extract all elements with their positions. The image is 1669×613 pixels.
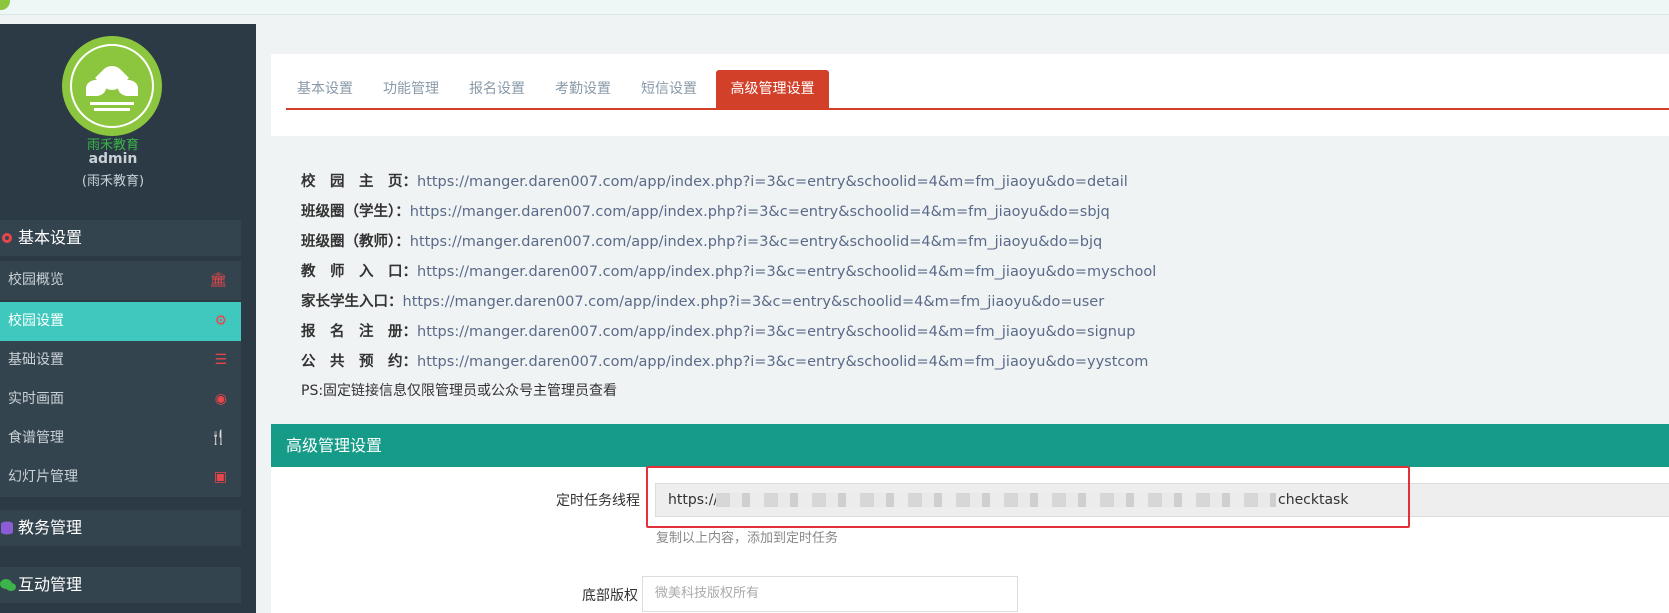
sidebar: 雨禾教育 admin (雨禾教育) 基本设置 校园概览 🏛 校园设置 ⚙ 基础设置 ☰… bbox=[0, 24, 256, 613]
tab-registration-settings[interactable]: 报名设置 bbox=[458, 70, 536, 108]
tab-underline bbox=[286, 108, 1669, 110]
panel-title-text: 高级管理设置 bbox=[286, 436, 383, 455]
top-bar bbox=[0, 0, 1669, 15]
link-url[interactable]: https://manger.daren007.com/app/index.ph… bbox=[410, 204, 1110, 220]
sidebar-item-campus-settings[interactable]: 校园设置 ⚙ bbox=[0, 302, 241, 341]
tab-advanced-settings[interactable]: 高级管理设置 bbox=[716, 70, 829, 108]
link-url[interactable]: https://manger.daren007.com/app/index.ph… bbox=[403, 294, 1105, 310]
tab-function-management[interactable]: 功能管理 bbox=[372, 70, 450, 108]
cron-label: 定时任务线程 bbox=[556, 493, 640, 509]
tab-basic-settings[interactable]: 基本设置 bbox=[286, 70, 364, 108]
copyright-input[interactable]: 微美科技版权所有 bbox=[642, 576, 1018, 612]
bank-icon: 🏛 bbox=[209, 272, 227, 288]
school-logo bbox=[62, 36, 162, 136]
copyright-label: 底部版权 bbox=[582, 588, 638, 604]
sidebar-item-label: 校园设置 bbox=[8, 313, 64, 329]
sidebar-item-label: 基础设置 bbox=[8, 352, 64, 368]
link-key: 班级圈（学生）： bbox=[301, 204, 410, 220]
link-url[interactable]: https://manger.daren007.com/app/index.ph… bbox=[417, 264, 1156, 280]
sidebar-item-label: 校园概览 bbox=[8, 272, 64, 288]
image-icon: ▣ bbox=[213, 469, 227, 485]
link-url[interactable]: https://manger.daren007.com/app/index.ph… bbox=[417, 174, 1128, 190]
username: admin bbox=[88, 151, 138, 167]
sidebar-item-label: 食谱管理 bbox=[8, 430, 64, 446]
section-label: 互动管理 bbox=[18, 575, 83, 594]
link-url[interactable]: https://manger.daren007.com/app/index.ph… bbox=[417, 324, 1135, 340]
cron-hint: 复制以上内容，添加到定时任务 bbox=[656, 531, 839, 546]
highlight-box bbox=[646, 466, 1410, 528]
section-basic-settings[interactable]: 基本设置 bbox=[0, 220, 241, 256]
link-key: 校 园 主 页： bbox=[301, 174, 417, 190]
link-row: 报 名 注 册：https://manger.daren007.com/app/… bbox=[301, 320, 1135, 341]
sidebar-item-slides[interactable]: 幻灯片管理 ▣ bbox=[0, 458, 241, 497]
link-key: 报 名 注 册： bbox=[301, 324, 417, 340]
link-key: 班级圈（教师）： bbox=[301, 234, 410, 250]
section-label: 基本设置 bbox=[18, 228, 83, 247]
settings-tabs-card: 基本设置 功能管理 报名设置 考勤设置 短信设置 高级管理设置 bbox=[271, 54, 1669, 136]
gear-icon: ⚙ bbox=[214, 313, 227, 329]
sidebar-item-live-view[interactable]: 实时画面 ◉ bbox=[0, 380, 241, 419]
section-academic[interactable]: 教务管理 bbox=[0, 510, 241, 546]
link-url[interactable]: https://manger.daren007.com/app/index.ph… bbox=[410, 234, 1102, 250]
tab-attendance-settings[interactable]: 考勤设置 bbox=[544, 70, 622, 108]
tab-sms-settings[interactable]: 短信设置 bbox=[630, 70, 708, 108]
section-interaction[interactable]: 互动管理 bbox=[0, 567, 241, 603]
link-row: 家长学生入口：https://manger.daren007.com/app/i… bbox=[301, 290, 1104, 311]
link-row: 校 园 主 页：https://manger.daren007.com/app/… bbox=[301, 170, 1128, 191]
sidebar-item-recipes[interactable]: 食谱管理 🍴 bbox=[0, 419, 241, 458]
gear-icon bbox=[0, 222, 14, 243]
link-row: 班级圈（教师）：https://manger.daren007.com/app/… bbox=[301, 230, 1102, 251]
link-url[interactable]: https://manger.daren007.com/app/index.ph… bbox=[417, 354, 1148, 370]
sidebar-item-label: 幻灯片管理 bbox=[8, 469, 78, 485]
link-row: 公 共 预 约：https://manger.daren007.com/app/… bbox=[301, 350, 1148, 371]
link-key: 公 共 预 约： bbox=[301, 354, 417, 370]
ps-note: PS:固定链接信息仅限管理员或公众号主管理员查看 bbox=[301, 383, 618, 399]
chat-icon bbox=[0, 569, 16, 591]
link-row: 班级圈（学生）：https://manger.daren007.com/app/… bbox=[301, 200, 1110, 221]
school-name: (雨禾教育) bbox=[81, 174, 145, 189]
link-key: 家长学生入口： bbox=[301, 294, 403, 310]
panel-title: 高级管理设置 bbox=[271, 424, 1669, 467]
link-key: 教 师 入 口： bbox=[301, 264, 417, 280]
sidebar-item-campus-overview[interactable]: 校园概览 🏛 bbox=[0, 261, 241, 300]
sidebar-item-basic-settings[interactable]: 基础设置 ☰ bbox=[0, 341, 241, 380]
cutlery-icon: 🍴 bbox=[209, 430, 227, 446]
copyright-placeholder: 微美科技版权所有 bbox=[655, 586, 760, 601]
status-dot-icon bbox=[0, 0, 10, 10]
database-icon bbox=[0, 512, 14, 535]
eye-icon: ◉ bbox=[214, 391, 227, 407]
list-icon: ☰ bbox=[214, 352, 227, 368]
section-label: 教务管理 bbox=[18, 518, 83, 537]
sidebar-item-label: 实时画面 bbox=[8, 391, 64, 407]
link-row: 教 师 入 口：https://manger.daren007.com/app/… bbox=[301, 260, 1156, 281]
